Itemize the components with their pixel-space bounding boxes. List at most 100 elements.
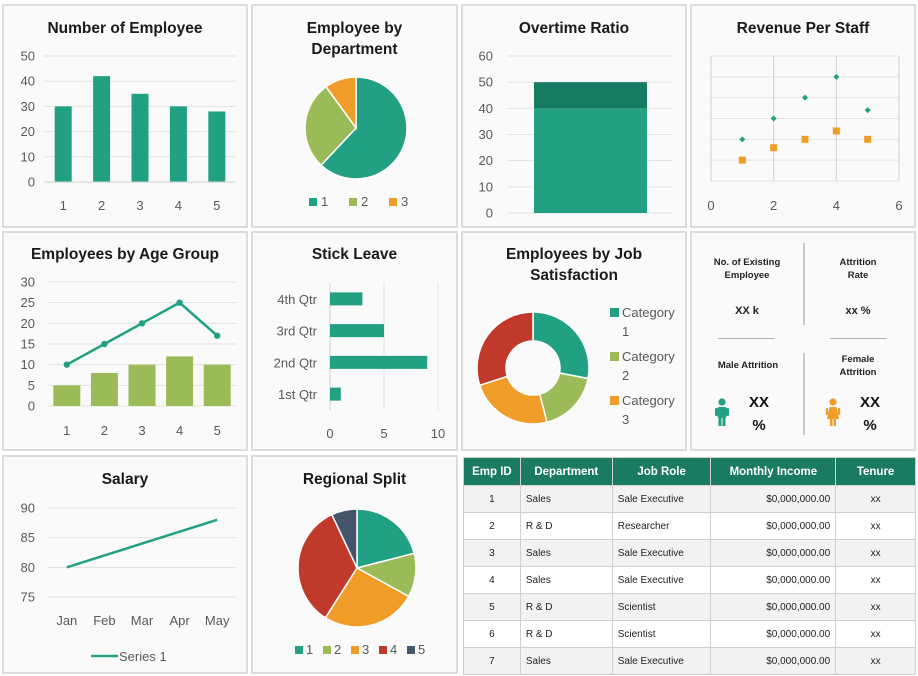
cell-emp-id: 2: [463, 512, 521, 540]
x-tick-label: 0: [707, 198, 714, 213]
scatter-point-a: [802, 94, 808, 101]
table-row[interactable]: 6R & D Scientist $0,000,000.00 xx: [463, 620, 916, 648]
cell-tenure: xx: [835, 593, 916, 621]
y-tick-label: 40: [479, 101, 493, 116]
y-tick-label: 90: [21, 501, 35, 516]
cell-emp-id: 3: [463, 539, 521, 567]
bar-overtime: [534, 82, 647, 109]
bar: [208, 111, 226, 182]
line-series: [66, 301, 219, 366]
cell-monthly-income: $0,000,000.00: [710, 512, 837, 540]
legend-label: Category: [622, 349, 675, 364]
column-header-tenure[interactable]: Tenure: [835, 457, 916, 486]
cell-job-role: Sale Executive: [611, 566, 712, 594]
y-category-label: 3rd Qtr: [277, 324, 318, 339]
line-marker: [176, 299, 183, 306]
x-tick-label: 4: [833, 198, 840, 213]
existing-employee-label: No. of Existing Employee: [713, 257, 781, 281]
legend-label: 3: [401, 194, 408, 209]
y-tick-label: 10: [21, 149, 35, 164]
column-header-job-role[interactable]: Job Role: [611, 457, 712, 486]
cell-monthly-income: $0,000,000.00: [710, 485, 837, 513]
attrition-rate-value: xx %: [845, 305, 871, 317]
bar: [128, 364, 156, 406]
y-category-label: 1st Qtr: [278, 387, 318, 402]
legend-label: 5: [418, 642, 425, 657]
table-row[interactable]: 4 Sales Sale Executive $0,000,000.00 xx: [463, 566, 916, 594]
bar: [166, 356, 194, 406]
y-tick-label: 20: [21, 316, 35, 331]
stick-leave-chart: 0 5 10 1st Qtr 2nd Qtr 3rd Qtr 4th Qtr: [274, 283, 445, 441]
cell-emp-id: 6: [463, 620, 521, 648]
y-category-label: 4th Qtr: [277, 292, 317, 307]
y-category-label: 2nd Qtr: [274, 355, 318, 370]
table-row[interactable]: 5R & D Scientist $0,000,000.00 xx: [463, 593, 916, 621]
legend-swatch: [351, 646, 359, 654]
cell-tenure: xx: [835, 539, 916, 567]
cell-department: R & D: [519, 620, 613, 648]
bar: [169, 106, 187, 182]
y-tick-label: 15: [21, 337, 35, 352]
line-marker: [214, 332, 221, 339]
cell-department: Sales: [519, 539, 613, 567]
legend-swatch: [379, 646, 387, 654]
legend-swatch: [610, 396, 619, 405]
cell-tenure: xx: [835, 512, 916, 540]
y-tick-label: 10: [21, 357, 35, 372]
cell-job-role: Scientist: [611, 620, 712, 648]
table-row[interactable]: 7 Sales Sale Executive $0,000,000.00 xx: [463, 647, 916, 675]
employees-by-age-group-chart: 0 5 10 15 20 25 30 1 2 3 4 5: [21, 275, 236, 438]
cell-department: R & D: [519, 512, 613, 540]
cell-monthly-income: $0,000,000.00: [710, 566, 837, 594]
y-tick-label: 25: [21, 295, 35, 310]
bar: [53, 385, 81, 406]
pie-slice-category-1: [532, 311, 590, 380]
legend-label: Category: [622, 393, 675, 408]
cell-emp-id: 4: [463, 566, 521, 594]
legend-swatch: [295, 646, 303, 654]
cell-monthly-income: $0,000,000.00: [710, 593, 837, 621]
x-tick-label: Mar: [131, 613, 154, 628]
x-tick-label: Feb: [93, 613, 115, 628]
y-tick-label: 0: [486, 206, 493, 221]
bar: [330, 355, 428, 369]
legend-label-number: 3: [622, 412, 629, 427]
column-header-monthly-income[interactable]: Monthly Income: [710, 457, 837, 486]
table-row[interactable]: 3 Sales Sale Executive $0,000,000.00 xx: [463, 539, 916, 567]
scatter-point-b: [738, 156, 746, 164]
cell-emp-id: 7: [463, 647, 521, 675]
y-tick-label: 85: [21, 530, 35, 545]
y-tick-label: 30: [479, 127, 493, 142]
panel-salary: Salary 75 80 85 90 Jan Feb Mar Apr May Series 1: [2, 455, 248, 674]
x-tick-label: 5: [380, 426, 387, 441]
line-marker: [63, 361, 70, 368]
male-attrition-value-line1: XX: [748, 394, 769, 411]
existing-employee-value: XX k: [735, 305, 759, 317]
table-row[interactable]: 2R & D Researcher $0,000,000.00 xx: [463, 512, 916, 540]
kpi-vertical-divider-bottom: [803, 353, 805, 435]
cell-tenure: xx: [835, 620, 916, 648]
x-tick-label: 3: [136, 198, 143, 213]
legend-label: 3: [362, 642, 369, 657]
cell-department: Sales: [519, 647, 613, 675]
cell-job-role: Sale Executive: [611, 539, 712, 567]
pie-slice-category-3: [478, 375, 548, 425]
male-person-icon: [715, 398, 729, 426]
bar: [93, 76, 111, 182]
cell-department: Sales: [519, 566, 613, 594]
bar: [54, 106, 72, 182]
scatter-point-a: [833, 73, 840, 80]
bar: [90, 372, 118, 406]
x-tick-label: 5: [213, 198, 220, 213]
column-header-department[interactable]: Department: [519, 457, 613, 486]
column-header-emp-id[interactable]: Emp ID: [463, 457, 521, 486]
legend-label-number: 1: [622, 324, 629, 339]
x-tick-label: Jan: [56, 613, 77, 628]
cell-job-role: Researcher: [611, 512, 712, 540]
pie-slice-category-4: [476, 311, 534, 387]
male-attrition-label: Male Attrition: [717, 360, 779, 371]
table-row[interactable]: 1 Sales Sale Executive $0,000,000.00 xx: [463, 485, 916, 513]
legend-swatch: [349, 198, 357, 206]
cell-tenure: xx: [835, 485, 916, 513]
cell-job-role: Scientist: [611, 593, 712, 621]
